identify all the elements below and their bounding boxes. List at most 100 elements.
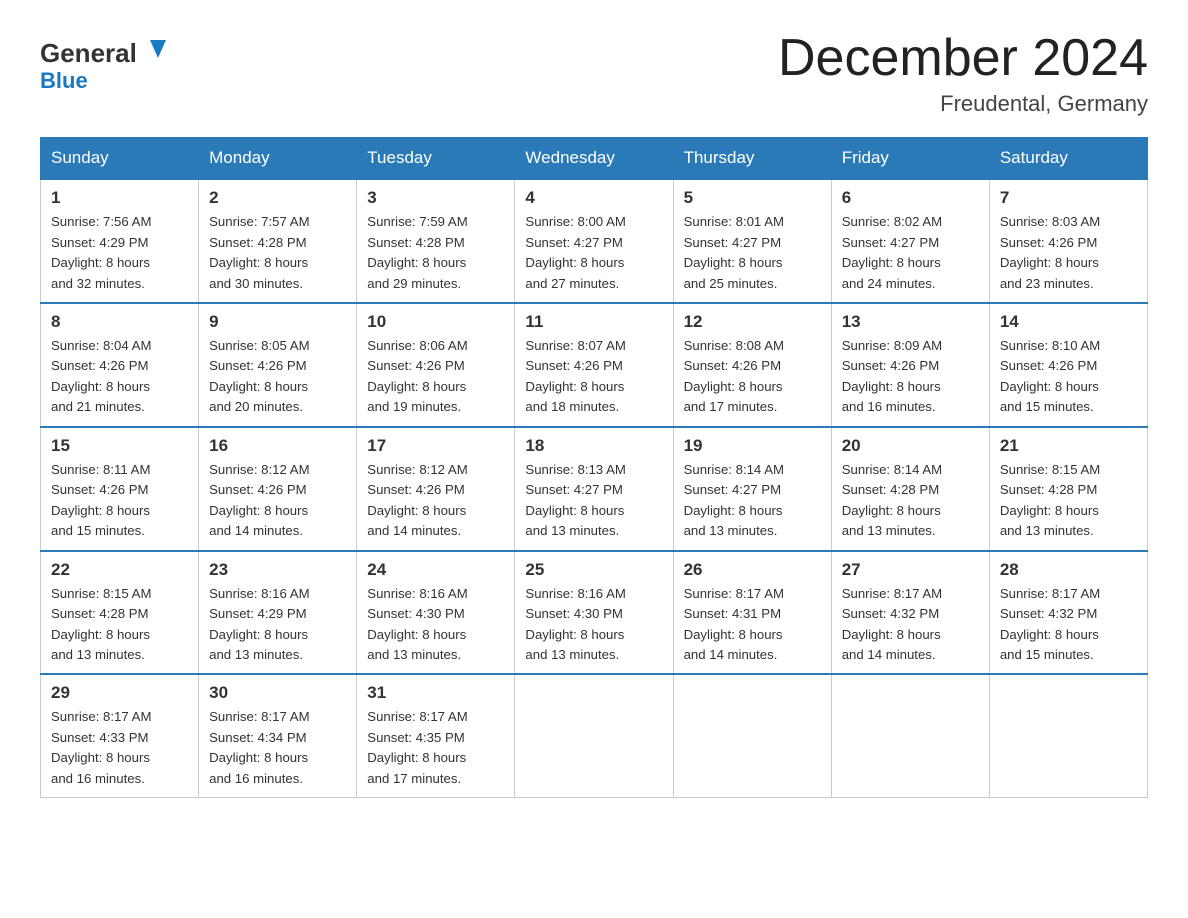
- calendar-week-row: 15Sunrise: 8:11 AMSunset: 4:26 PMDayligh…: [41, 427, 1148, 551]
- calendar-cell: 8 Sunrise: 8:04 AMSunset: 4:26 PMDaylight…: [41, 303, 199, 427]
- day-number: 19: [684, 436, 821, 456]
- calendar-cell: 27Sunrise: 8:17 AMSunset: 4:32 PMDayligh…: [831, 551, 989, 675]
- calendar-cell: 10Sunrise: 8:06 AMSunset: 4:26 PMDayligh…: [357, 303, 515, 427]
- month-year-title: December 2024: [778, 30, 1148, 87]
- day-info: Sunrise: 8:02 AMSunset: 4:27 PMDaylight:…: [842, 212, 979, 294]
- day-info: Sunrise: 8:15 AMSunset: 4:28 PMDaylight:…: [51, 584, 188, 666]
- day-number: 13: [842, 312, 979, 332]
- calendar-cell: 25Sunrise: 8:16 AMSunset: 4:30 PMDayligh…: [515, 551, 673, 675]
- calendar-cell: 24Sunrise: 8:16 AMSunset: 4:30 PMDayligh…: [357, 551, 515, 675]
- day-info: Sunrise: 7:59 AMSunset: 4:28 PMDaylight:…: [367, 212, 504, 294]
- day-info: Sunrise: 7:57 AMSunset: 4:28 PMDaylight:…: [209, 212, 346, 294]
- calendar-cell: 13Sunrise: 8:09 AMSunset: 4:26 PMDayligh…: [831, 303, 989, 427]
- day-info: Sunrise: 8:17 AMSunset: 4:34 PMDaylight:…: [209, 707, 346, 789]
- svg-text:Blue: Blue: [40, 68, 88, 93]
- day-number: 10: [367, 312, 504, 332]
- calendar-cell: 21Sunrise: 8:15 AMSunset: 4:28 PMDayligh…: [989, 427, 1147, 551]
- day-info: Sunrise: 8:08 AMSunset: 4:26 PMDaylight:…: [684, 336, 821, 418]
- weekday-header-row: SundayMondayTuesdayWednesdayThursdayFrid…: [41, 138, 1148, 180]
- day-number: 12: [684, 312, 821, 332]
- day-number: 3: [367, 188, 504, 208]
- calendar-cell: 17Sunrise: 8:12 AMSunset: 4:26 PMDayligh…: [357, 427, 515, 551]
- day-number: 30: [209, 683, 346, 703]
- day-info: Sunrise: 8:17 AMSunset: 4:32 PMDaylight:…: [1000, 584, 1137, 666]
- calendar-cell: 23 Sunrise: 8:16 AMSunset: 4:29 PMDayligh…: [199, 551, 357, 675]
- calendar-cell: 18 Sunrise: 8:13 AMSunset: 4:27 PMDayligh…: [515, 427, 673, 551]
- calendar-cell: 7 Sunrise: 8:03 AMSunset: 4:26 PMDaylight…: [989, 179, 1147, 303]
- day-number: 23: [209, 560, 346, 580]
- day-number: 20: [842, 436, 979, 456]
- calendar-week-row: 1 Sunrise: 7:56 AMSunset: 4:29 PMDaylight…: [41, 179, 1148, 303]
- weekday-header-thursday: Thursday: [673, 138, 831, 180]
- day-info: Sunrise: 8:14 AMSunset: 4:27 PMDaylight:…: [684, 460, 821, 542]
- calendar-week-row: 22 Sunrise: 8:15 AMSunset: 4:28 PMDayligh…: [41, 551, 1148, 675]
- logo: General Blue: [40, 30, 170, 95]
- svg-text:General: General: [40, 38, 137, 68]
- calendar-cell: 16 Sunrise: 8:12 AMSunset: 4:26 PMDayligh…: [199, 427, 357, 551]
- day-number: 24: [367, 560, 504, 580]
- day-number: 16: [209, 436, 346, 456]
- calendar-cell: 11 Sunrise: 8:07 AMSunset: 4:26 PMDayligh…: [515, 303, 673, 427]
- weekday-header-wednesday: Wednesday: [515, 138, 673, 180]
- calendar-week-row: 8 Sunrise: 8:04 AMSunset: 4:26 PMDaylight…: [41, 303, 1148, 427]
- day-info: Sunrise: 8:17 AMSunset: 4:31 PMDaylight:…: [684, 584, 821, 666]
- day-number: 18: [525, 436, 662, 456]
- weekday-header-saturday: Saturday: [989, 138, 1147, 180]
- day-number: 5: [684, 188, 821, 208]
- day-info: Sunrise: 8:16 AMSunset: 4:30 PMDaylight:…: [525, 584, 662, 666]
- calendar-cell: 6 Sunrise: 8:02 AMSunset: 4:27 PMDaylight…: [831, 179, 989, 303]
- calendar-cell: [831, 674, 989, 797]
- calendar-body: 1 Sunrise: 7:56 AMSunset: 4:29 PMDaylight…: [41, 179, 1148, 798]
- day-number: 8: [51, 312, 188, 332]
- day-info: Sunrise: 8:01 AMSunset: 4:27 PMDaylight:…: [684, 212, 821, 294]
- day-number: 6: [842, 188, 979, 208]
- title-section: December 2024 Freudental, Germany: [778, 30, 1148, 117]
- weekday-header-tuesday: Tuesday: [357, 138, 515, 180]
- day-info: Sunrise: 8:00 AMSunset: 4:27 PMDaylight:…: [525, 212, 662, 294]
- day-info: Sunrise: 8:13 AMSunset: 4:27 PMDaylight:…: [525, 460, 662, 542]
- calendar-cell: 5 Sunrise: 8:01 AMSunset: 4:27 PMDaylight…: [673, 179, 831, 303]
- day-number: 11: [525, 312, 662, 332]
- day-info: Sunrise: 8:14 AMSunset: 4:28 PMDaylight:…: [842, 460, 979, 542]
- day-info: Sunrise: 8:05 AMSunset: 4:26 PMDaylight:…: [209, 336, 346, 418]
- day-number: 7: [1000, 188, 1137, 208]
- day-info: Sunrise: 8:17 AMSunset: 4:35 PMDaylight:…: [367, 707, 504, 789]
- calendar-cell: 2Sunrise: 7:57 AMSunset: 4:28 PMDaylight…: [199, 179, 357, 303]
- day-number: 9: [209, 312, 346, 332]
- day-number: 27: [842, 560, 979, 580]
- calendar-cell: 20 Sunrise: 8:14 AMSunset: 4:28 PMDayligh…: [831, 427, 989, 551]
- day-info: Sunrise: 8:03 AMSunset: 4:26 PMDaylight:…: [1000, 212, 1137, 294]
- calendar-cell: [515, 674, 673, 797]
- day-number: 29: [51, 683, 188, 703]
- day-number: 22: [51, 560, 188, 580]
- day-info: Sunrise: 8:04 AMSunset: 4:26 PMDaylight:…: [51, 336, 188, 418]
- weekday-header-monday: Monday: [199, 138, 357, 180]
- calendar-cell: 30 Sunrise: 8:17 AMSunset: 4:34 PMDayligh…: [199, 674, 357, 797]
- calendar-cell: 19 Sunrise: 8:14 AMSunset: 4:27 PMDayligh…: [673, 427, 831, 551]
- day-info: Sunrise: 8:07 AMSunset: 4:26 PMDaylight:…: [525, 336, 662, 418]
- calendar-cell: 9 Sunrise: 8:05 AMSunset: 4:26 PMDaylight…: [199, 303, 357, 427]
- calendar-table: SundayMondayTuesdayWednesdayThursdayFrid…: [40, 137, 1148, 798]
- calendar-cell: 15Sunrise: 8:11 AMSunset: 4:26 PMDayligh…: [41, 427, 199, 551]
- calendar-cell: [673, 674, 831, 797]
- day-info: Sunrise: 8:15 AMSunset: 4:28 PMDaylight:…: [1000, 460, 1137, 542]
- day-number: 14: [1000, 312, 1137, 332]
- day-number: 1: [51, 188, 188, 208]
- weekday-header-friday: Friday: [831, 138, 989, 180]
- day-number: 31: [367, 683, 504, 703]
- weekday-header-sunday: Sunday: [41, 138, 199, 180]
- day-info: Sunrise: 8:10 AMSunset: 4:26 PMDaylight:…: [1000, 336, 1137, 418]
- day-number: 15: [51, 436, 188, 456]
- day-info: Sunrise: 7:56 AMSunset: 4:29 PMDaylight:…: [51, 212, 188, 294]
- calendar-cell: 14 Sunrise: 8:10 AMSunset: 4:26 PMDayligh…: [989, 303, 1147, 427]
- calendar-cell: 4Sunrise: 8:00 AMSunset: 4:27 PMDaylight…: [515, 179, 673, 303]
- day-info: Sunrise: 8:12 AMSunset: 4:26 PMDaylight:…: [367, 460, 504, 542]
- calendar-cell: [989, 674, 1147, 797]
- day-info: Sunrise: 8:12 AMSunset: 4:26 PMDaylight:…: [209, 460, 346, 542]
- logo-svg: General Blue: [40, 30, 170, 95]
- day-info: Sunrise: 8:16 AMSunset: 4:29 PMDaylight:…: [209, 584, 346, 666]
- day-number: 28: [1000, 560, 1137, 580]
- calendar-cell: 3 Sunrise: 7:59 AMSunset: 4:28 PMDaylight…: [357, 179, 515, 303]
- day-info: Sunrise: 8:17 AMSunset: 4:33 PMDaylight:…: [51, 707, 188, 789]
- calendar-header: SundayMondayTuesdayWednesdayThursdayFrid…: [41, 138, 1148, 180]
